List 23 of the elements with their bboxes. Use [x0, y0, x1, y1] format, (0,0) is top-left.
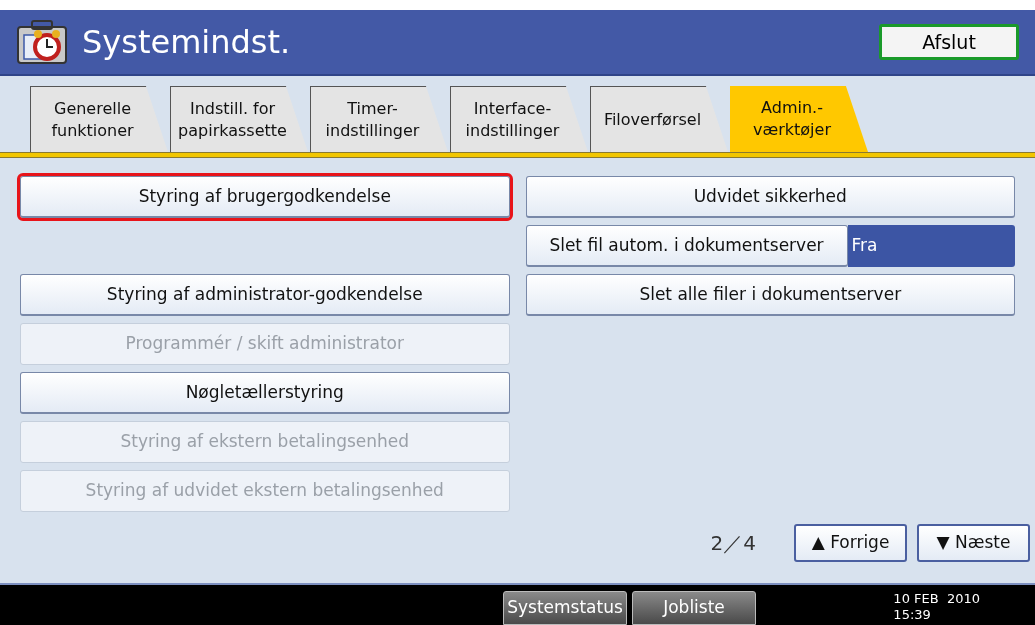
tab[interactable]: Generelle funktioner [30, 86, 168, 152]
tab[interactable]: Timer- indstillinger [310, 86, 448, 152]
setting-button[interactable]: Slet fil autom. i dokumentserver [525, 225, 848, 267]
exit-button[interactable]: Afslut [879, 24, 1019, 60]
page-indicator: 2／4 [710, 530, 756, 557]
tab[interactable]: Interface- indstillinger [450, 86, 588, 152]
next-button[interactable]: ▼ Næste [917, 524, 1030, 562]
menu-button[interactable]: Udvidet sikkerhed [525, 176, 1015, 218]
status-bar-button[interactable]: Jobliste [632, 591, 756, 625]
menu-button[interactable]: Nøgletællerstyring [20, 372, 510, 414]
menu-button[interactable]: Styring af brugergodkendelse [20, 176, 510, 218]
tab[interactable]: Admin.- værktøjer [730, 86, 868, 152]
window-title: Systemindst. [82, 22, 292, 63]
date-text: 10 FEB 2010 [893, 591, 980, 607]
setting-value: Fra [847, 225, 1015, 267]
tab[interactable]: Indstill. for papirkassette [170, 86, 308, 152]
menu-button[interactable]: Slet alle filer i dokumentserver [525, 274, 1015, 316]
previous-button[interactable]: ▲ Forrige [794, 524, 907, 562]
time-text: 15:39 [893, 607, 932, 623]
tab[interactable]: Filoverførsel [590, 86, 728, 152]
menu-button[interactable]: Styring af administrator-godkendelse [20, 274, 510, 316]
alarm-clock-icon [16, 19, 68, 65]
status-bar-button[interactable]: Systemstatus [503, 591, 627, 625]
